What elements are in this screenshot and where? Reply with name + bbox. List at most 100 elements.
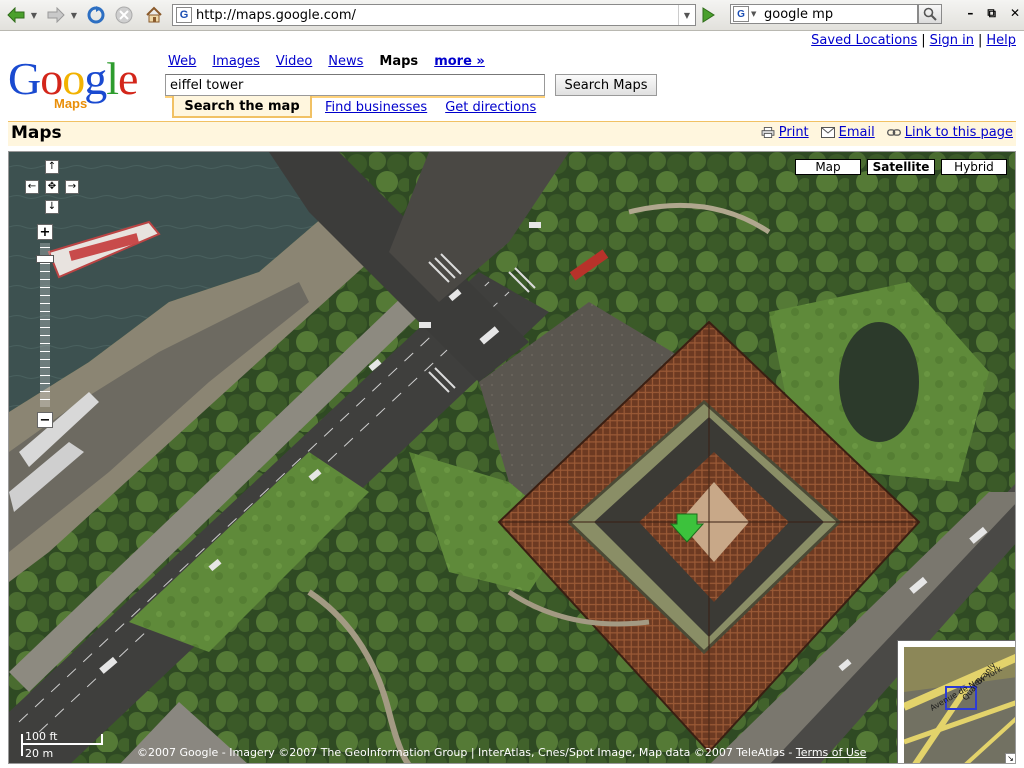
reload-icon [87, 6, 105, 24]
envelope-icon [820, 127, 835, 138]
forward-button[interactable] [44, 4, 68, 26]
search-nav: Web Images Video News Maps more » [168, 54, 485, 69]
map-search-input[interactable] [165, 74, 545, 96]
zoom-tick[interactable] [40, 279, 50, 280]
zoom-out-button[interactable]: − [37, 412, 53, 428]
go-button[interactable] [698, 5, 718, 25]
account-links: Saved Locations | Sign in | Help [811, 33, 1016, 48]
home-button[interactable] [142, 4, 166, 26]
back-history-dropdown[interactable]: ▼ [28, 4, 40, 26]
zoom-tick[interactable] [40, 343, 50, 344]
pan-down-icon[interactable]: ↓ [45, 200, 59, 214]
nav-more[interactable]: more » [434, 54, 485, 69]
overview-toggle-icon[interactable]: ↘ [1005, 753, 1015, 763]
satellite-map[interactable]: Map Satellite Hybrid ↑ ← ✥ → ↓ + − 100 f… [8, 151, 1016, 764]
overview-map[interactable]: Avenue de New York Quai Branly ↘ [897, 640, 1015, 763]
scale-metric-label: 20 m [25, 747, 54, 760]
zoom-in-button[interactable]: + [37, 224, 53, 240]
pan-left-icon[interactable]: ← [25, 180, 39, 194]
zoom-tick[interactable] [40, 367, 50, 368]
back-button[interactable] [4, 4, 28, 26]
google-maps-logo[interactable]: Google Maps [8, 56, 158, 114]
zoom-tick[interactable] [40, 303, 50, 304]
engine-dropdown-icon: ▼ [751, 10, 757, 18]
terms-of-use-link[interactable]: Terms of Use [796, 746, 867, 759]
address-history-dropdown[interactable]: ▼ [678, 5, 695, 25]
zoom-tick[interactable] [40, 247, 50, 248]
zoom-tick[interactable] [40, 399, 50, 400]
zoom-tick[interactable] [40, 271, 50, 272]
link-to-page[interactable]: Link to this page [905, 125, 1013, 140]
nav-news[interactable]: News [328, 54, 363, 69]
print-action[interactable]: Print [761, 125, 809, 140]
zoom-tick[interactable] [40, 351, 50, 352]
email-link[interactable]: Email [839, 125, 875, 140]
zoom-tick[interactable] [40, 287, 50, 288]
search-maps-button[interactable]: Search Maps [555, 74, 657, 96]
zoom-tick[interactable] [40, 295, 50, 296]
print-link[interactable]: Print [779, 125, 809, 140]
site-favicon-icon: G [176, 7, 192, 23]
pan-right-icon[interactable]: → [65, 180, 79, 194]
overview-map-view[interactable]: Avenue de New York Quai Branly [904, 647, 1015, 763]
map-type-hybrid-button[interactable]: Hybrid [941, 159, 1007, 175]
zoom-tick[interactable] [40, 359, 50, 360]
browser-toolbar: ▼ ▼ G http://maps.google.com/ ▼ G ▼ goog… [0, 0, 1024, 31]
chain-link-icon [886, 129, 901, 136]
home-icon [146, 6, 162, 23]
logo-maps-label: Maps [54, 96, 88, 111]
printer-icon [761, 127, 775, 138]
nav-maps-current: Maps [379, 54, 419, 69]
zoom-tick[interactable] [40, 335, 50, 336]
zoom-tick[interactable] [40, 391, 50, 392]
minimize-button[interactable]: – [967, 6, 973, 21]
scale-bar: 100 ft 20 m [17, 726, 107, 760]
search-engine-selector[interactable]: G ▼ [730, 4, 760, 24]
maps-title-bar: Maps Print Email Link to this page [8, 121, 1016, 146]
browser-search-button[interactable] [918, 4, 942, 24]
tab-get-directions[interactable]: Get directions [445, 100, 536, 115]
stop-button[interactable] [112, 4, 136, 26]
pan-up-icon[interactable]: ↑ [45, 160, 59, 174]
zoom-slider-handle[interactable] [36, 255, 54, 263]
sign-in-link[interactable]: Sign in [930, 33, 974, 48]
pan-controls: ↑ ← ✥ → ↓ [17, 158, 79, 220]
forward-history-dropdown[interactable]: ▼ [68, 4, 80, 26]
map-type-map-button[interactable]: Map [795, 159, 861, 175]
pan-center-icon[interactable]: ✥ [45, 180, 59, 194]
saved-locations-link[interactable]: Saved Locations [811, 33, 917, 48]
nav-video[interactable]: Video [276, 54, 312, 69]
zoom-tick[interactable] [40, 263, 50, 264]
tab-find-businesses[interactable]: Find businesses [325, 100, 427, 115]
browser-search-input[interactable]: google mp [760, 4, 918, 24]
scale-imperial-label: 100 ft [25, 730, 58, 743]
zoom-tick[interactable] [40, 375, 50, 376]
tab-search-the-map[interactable]: Search the map [172, 96, 312, 118]
satellite-imagery[interactable] [9, 152, 1016, 764]
close-window-button[interactable]: ✕ [1010, 6, 1020, 21]
nav-images[interactable]: Images [212, 54, 260, 69]
google-engine-icon: G [733, 6, 749, 22]
map-copyright: ©2007 Google - Imagery ©2007 The GeoInfo… [137, 746, 866, 759]
help-link[interactable]: Help [986, 33, 1016, 48]
page-title: Maps [11, 123, 62, 143]
nav-web[interactable]: Web [168, 54, 196, 69]
zoom-tick[interactable] [40, 383, 50, 384]
zoom-tick[interactable] [40, 311, 50, 312]
overview-map-graphic: Avenue de New York Quai Branly [904, 647, 1015, 763]
zoom-slider-track[interactable] [40, 243, 50, 407]
go-arrow-icon [702, 7, 715, 23]
zoom-tick[interactable] [40, 327, 50, 328]
back-arrow-icon [7, 7, 25, 23]
address-text[interactable]: http://maps.google.com/ [196, 8, 678, 23]
reload-button[interactable] [84, 4, 108, 26]
map-actions: Print Email Link to this page [761, 125, 1013, 140]
link-action[interactable]: Link to this page [886, 125, 1013, 140]
zoom-tick[interactable] [40, 319, 50, 320]
address-bar[interactable]: G http://maps.google.com/ ▼ [172, 4, 696, 26]
restore-button[interactable]: ⧉ [987, 6, 996, 21]
email-action[interactable]: Email [820, 125, 875, 140]
magnifier-icon [923, 7, 937, 21]
forward-arrow-icon [47, 7, 65, 23]
map-type-satellite-button[interactable]: Satellite [867, 159, 935, 175]
